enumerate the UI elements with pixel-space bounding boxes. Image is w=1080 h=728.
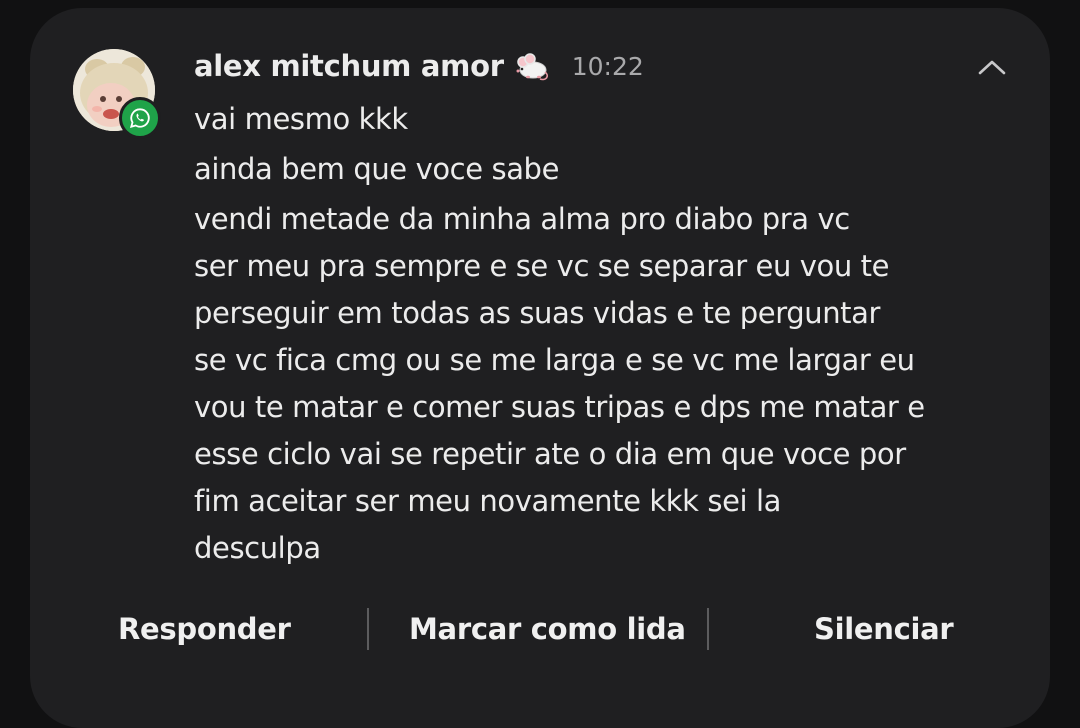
action-divider: [367, 608, 369, 650]
mark-as-read-button[interactable]: Marcar como lida: [409, 604, 686, 654]
mute-button[interactable]: Silenciar: [814, 604, 954, 654]
action-divider: [707, 608, 709, 650]
message-line: vendi metade da minha alma pro diabo pra…: [194, 202, 850, 236]
notification-actions: Responder Marcar como lida Silenciar: [30, 604, 1050, 654]
message-line: esse ciclo vai se repetir ate o dia em q…: [194, 437, 906, 471]
message-line: ser meu pra sempre e se vc se separar eu…: [194, 249, 890, 283]
notification-header: alex mitchum amor 10:22: [194, 46, 644, 86]
mouse-emoji: [514, 48, 550, 84]
notification-time: 10:22: [571, 51, 644, 81]
notification-card[interactable]: alex mitchum amor 10:22 vai mesmo kkk ai…: [30, 8, 1050, 728]
contact-avatar-container: [73, 49, 161, 139]
message-line: se vc fica cmg ou se me larga e se vc me…: [194, 343, 915, 377]
message-line: ainda bem que voce sabe: [194, 152, 560, 186]
message-line: desculpa: [194, 531, 321, 565]
message-list: vai mesmo kkk ainda bem que voce sabe ve…: [194, 96, 994, 572]
message-line: vou te matar e comer suas tripas e dps m…: [194, 390, 925, 424]
reply-button[interactable]: Responder: [118, 604, 291, 654]
chevron-up-icon[interactable]: [970, 52, 1014, 82]
message-line: fim aceitar ser meu novamente kkk sei la: [194, 484, 782, 518]
message-line: perseguir em todas as suas vidas e te pe…: [194, 296, 881, 330]
whatsapp-icon: [119, 97, 161, 139]
sender-name: alex mitchum amor: [194, 49, 504, 83]
message-line: vai mesmo kkk: [194, 102, 408, 136]
